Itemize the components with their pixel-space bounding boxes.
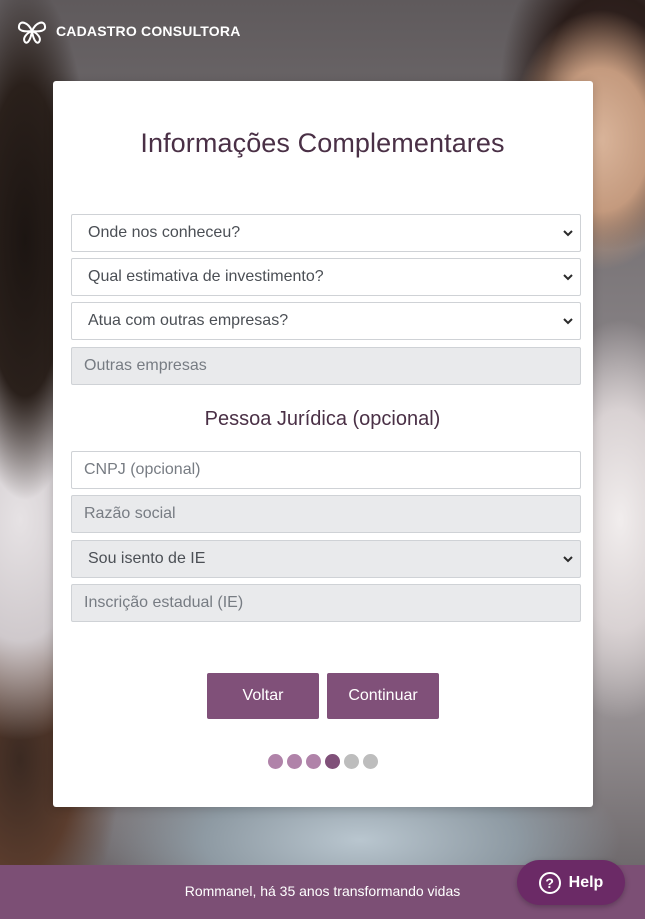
form-card [53,81,593,807]
step-dot [306,754,321,769]
investment-select-value: Qual estimativa de investimento? [88,268,324,285]
pj-section-title: Pessoa Jurídica (opcional) [204,408,441,430]
butterfly-icon [17,21,47,44]
chevron-down-icon [563,318,573,325]
chevron-down-icon [563,230,573,237]
continue-button[interactable]: Continuar [327,673,439,719]
razao-social-placeholder: Razão social [84,505,176,522]
how-found-select-value: Onde nos conheceu? [88,224,241,241]
ie-exempt-select-value: Sou isento de IE [88,550,206,567]
top-bar: CADASTRO CONSULTORA [16,16,241,46]
question-mark-icon: ? [538,871,561,894]
other-companies-select[interactable]: Atua com outras empresas? [71,302,581,340]
investment-select[interactable]: Qual estimativa de investimento? [71,258,581,296]
help-button[interactable]: ? Help [517,860,625,905]
other-companies-select-value: Atua com outras empresas? [88,312,289,329]
step-dot [268,754,283,769]
step-dot [287,754,302,769]
chevron-down-icon [563,274,573,281]
other-companies-placeholder: Outras empresas [84,357,207,374]
ie-input[interactable]: Inscrição estadual (IE) [71,584,581,622]
cnpj-input[interactable]: CNPJ (opcional) [71,451,581,489]
page-title: Informações Complementares [140,128,505,158]
brand-title: CADASTRO CONSULTORA [56,23,241,39]
ie-placeholder: Inscrição estadual (IE) [84,594,244,611]
step-dot [325,754,340,769]
chevron-down-icon [563,556,573,563]
back-button[interactable]: Voltar [207,673,319,719]
help-label: Help [568,873,604,891]
step-dot [363,754,378,769]
how-found-select[interactable]: Onde nos conheceu? [71,214,581,252]
step-dot [344,754,359,769]
step-progress [268,754,378,769]
ie-exempt-select[interactable]: Sou isento de IE [71,540,581,578]
other-companies-input[interactable]: Outras empresas [71,347,581,385]
cnpj-placeholder: CNPJ (opcional) [84,461,201,478]
razao-social-input[interactable]: Razão social [71,495,581,533]
